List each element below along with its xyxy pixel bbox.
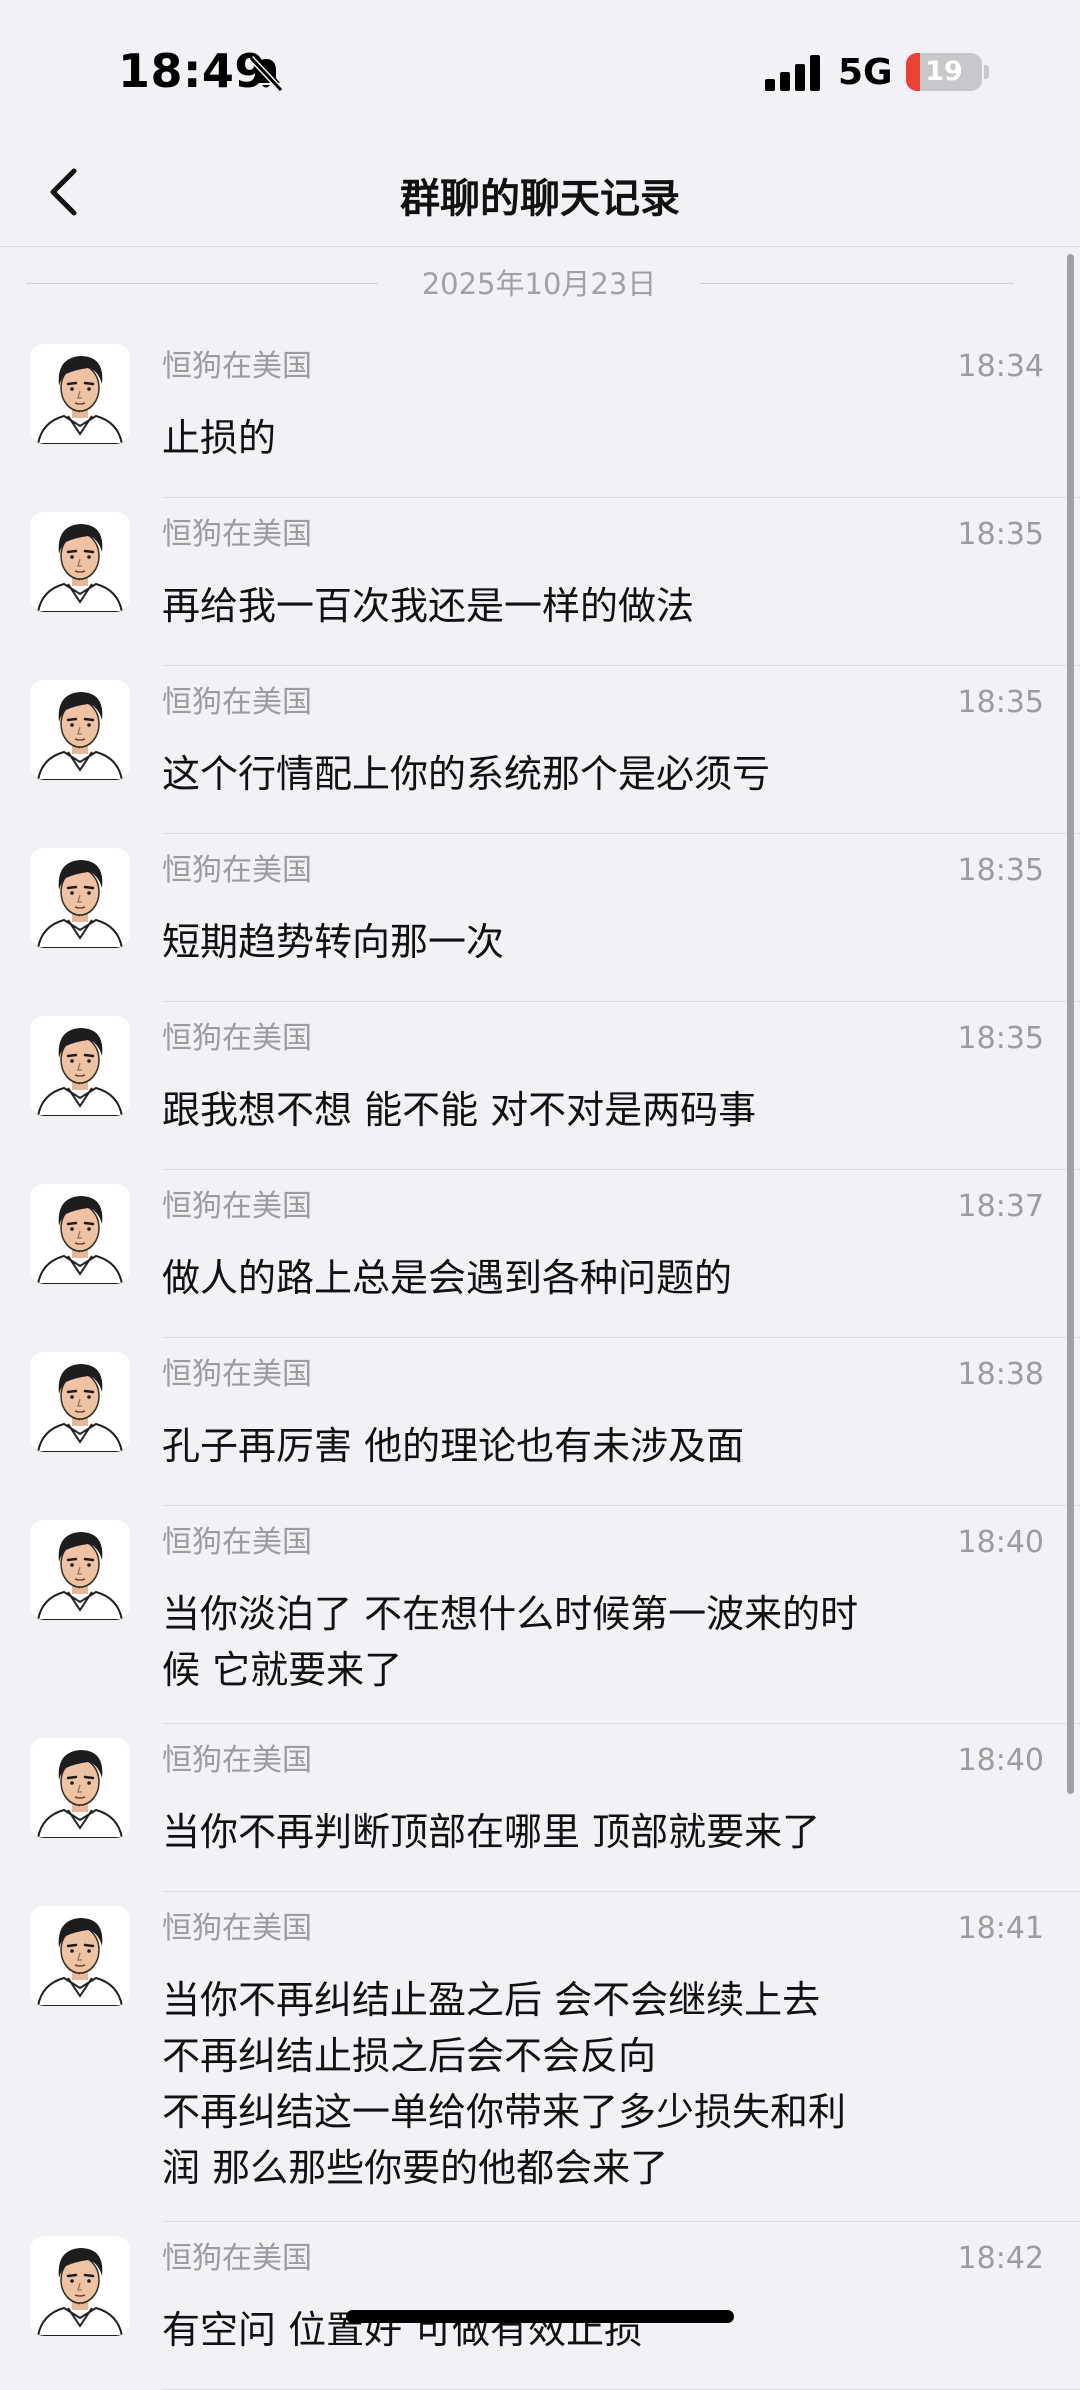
message-meta: 恒狗在美国 18:40 — [162, 1522, 1044, 1564]
message-time: 18:38 — [957, 1357, 1044, 1392]
avatar[interactable] — [30, 1184, 130, 1284]
sender-name: 恒狗在美国 — [162, 1525, 312, 1560]
message-meta: 恒狗在美国 18:41 — [162, 1908, 1044, 1950]
sender-name: 恒狗在美国 — [162, 349, 312, 384]
battery-icon: 19 — [906, 53, 982, 91]
avatar[interactable] — [30, 2236, 130, 2336]
sender-name: 恒狗在美国 — [162, 1189, 312, 1224]
date-label: 2025年10月23日 — [421, 267, 657, 301]
divider-line — [700, 283, 1014, 284]
avatar[interactable] — [30, 1016, 130, 1116]
cellular-signal-icon — [765, 55, 823, 91]
page-title: 群聊的聊天记录 — [400, 176, 680, 222]
message-time: 18:35 — [957, 1021, 1044, 1056]
message-item[interactable]: 恒狗在美国 18:40 当你淡泊了 不在想什么时候第一波来的时 候 它就要来了 — [0, 1506, 1080, 1724]
message-item[interactable]: 恒狗在美国 18:38 孔子再厉害 他的理论也有未涉及面 — [0, 1338, 1080, 1506]
message-text: 当你淡泊了 不在想什么时候第一波来的时 候 它就要来了 — [162, 1592, 859, 1692]
message-text: 短期趋势转向那一次 — [162, 920, 505, 964]
message-item[interactable]: 恒狗在美国 18:42 有空问 位置好 可做有效止损 — [0, 2222, 1080, 2390]
message-item[interactable]: 恒狗在美国 18:35 短期趋势转向那一次 — [0, 834, 1080, 1002]
battery-cap — [984, 65, 989, 79]
avatar[interactable] — [30, 1906, 130, 2006]
message-item[interactable]: 恒狗在美国 18:35 这个行情配上你的系统那个是必须亏 — [0, 666, 1080, 834]
message-item[interactable]: 恒狗在美国 18:40 当你不再判断顶部在哪里 顶部就要来了 — [0, 1724, 1080, 1892]
bell-slash-icon — [246, 54, 286, 94]
network-label: 5G — [838, 52, 893, 93]
battery-percentage: 19 — [925, 56, 963, 87]
message-item[interactable]: 恒狗在美国 18:35 跟我想不想 能不能 对不对是两码事 — [0, 1002, 1080, 1170]
sender-name: 恒狗在美国 — [162, 517, 312, 552]
avatar[interactable] — [30, 1352, 130, 1452]
message-meta: 恒狗在美国 18:42 — [162, 2238, 1044, 2280]
message-text: 做人的路上总是会遇到各种问题的 — [162, 1256, 733, 1300]
message-text: 这个行情配上你的系统那个是必须亏 — [162, 752, 771, 796]
message-time: 18:41 — [957, 1911, 1044, 1946]
message-meta: 恒狗在美国 18:35 — [162, 682, 1044, 724]
message-list[interactable]: 恒狗在美国 18:34 止损的 恒狗在美国 18:35 再给我一百次我还是一样的做法 恒… — [0, 330, 1080, 2390]
message-text: 止损的 — [162, 416, 277, 460]
scrollbar[interactable] — [1067, 254, 1074, 1794]
home-indicator[interactable] — [346, 2310, 734, 2323]
message-text: 当你不再纠结止盈之后 会不会继续上去 不再纠结止损之后会不会反向 不再纠结这一单… — [162, 1978, 847, 2190]
message-text: 孔子再厉害 他的理论也有未涉及面 — [162, 1424, 745, 1468]
message-time: 18:42 — [957, 2241, 1044, 2276]
avatar[interactable] — [30, 680, 130, 780]
avatar[interactable] — [30, 1738, 130, 1838]
message-item[interactable]: 恒狗在美国 18:35 再给我一百次我还是一样的做法 — [0, 498, 1080, 666]
avatar[interactable] — [30, 512, 130, 612]
message-time: 18:40 — [957, 1525, 1044, 1560]
message-meta: 恒狗在美国 18:40 — [162, 1740, 1044, 1782]
message-time: 18:35 — [957, 517, 1044, 552]
message-item[interactable]: 恒狗在美国 18:37 做人的路上总是会遇到各种问题的 — [0, 1170, 1080, 1338]
message-time: 18:35 — [957, 853, 1044, 888]
sender-name: 恒狗在美国 — [162, 685, 312, 720]
message-text: 再给我一百次我还是一样的做法 — [162, 584, 695, 628]
message-item[interactable]: 恒狗在美国 18:34 止损的 — [0, 330, 1080, 498]
message-item[interactable]: 恒狗在美国 18:41 当你不再纠结止盈之后 会不会继续上去 不再纠结止损之后会不会… — [0, 1892, 1080, 2222]
message-text: 跟我想不想 能不能 对不对是两码事 — [162, 1088, 757, 1132]
sender-name: 恒狗在美国 — [162, 2241, 312, 2276]
message-time: 18:35 — [957, 685, 1044, 720]
avatar[interactable] — [30, 848, 130, 948]
sender-name: 恒狗在美国 — [162, 1021, 312, 1056]
message-time: 18:37 — [957, 1189, 1044, 1224]
status-time: 18:49 — [118, 44, 267, 98]
message-meta: 恒狗在美国 18:35 — [162, 1018, 1044, 1060]
message-meta: 恒狗在美国 18:34 — [162, 346, 1044, 388]
message-time: 18:34 — [957, 349, 1044, 384]
sender-name: 恒狗在美国 — [162, 853, 312, 888]
nav-bar: 群聊的聊天记录 — [0, 140, 1080, 247]
avatar[interactable] — [30, 344, 130, 444]
message-time: 18:40 — [957, 1743, 1044, 1778]
message-meta: 恒狗在美国 18:35 — [162, 850, 1044, 892]
message-meta: 恒狗在美国 18:37 — [162, 1186, 1044, 1228]
sender-name: 恒狗在美国 — [162, 1743, 312, 1778]
sender-name: 恒狗在美国 — [162, 1357, 312, 1392]
message-meta: 恒狗在美国 18:35 — [162, 514, 1044, 556]
date-divider: 2025年10月23日 — [26, 262, 1014, 306]
status-bar: 18:49 5G 19 — [0, 0, 1080, 140]
avatar[interactable] — [30, 1520, 130, 1620]
message-meta: 恒狗在美国 18:38 — [162, 1354, 1044, 1396]
sender-name: 恒狗在美国 — [162, 1911, 312, 1946]
divider-line — [26, 283, 378, 284]
message-text: 当你不再判断顶部在哪里 顶部就要来了 — [162, 1810, 821, 1854]
